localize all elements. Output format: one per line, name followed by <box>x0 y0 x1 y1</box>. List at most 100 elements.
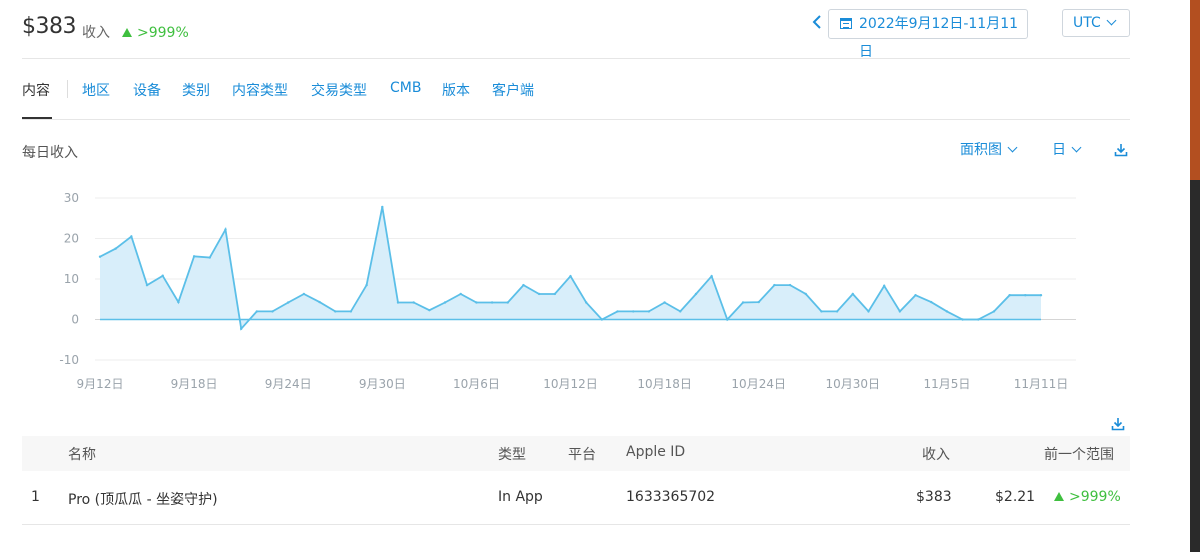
previous-range-button[interactable] <box>812 14 822 34</box>
data-point <box>945 310 949 313</box>
row-type: In App <box>498 489 543 505</box>
data-point <box>663 301 666 304</box>
data-point <box>851 292 854 296</box>
row-prev-value: $2.21 <box>995 489 1036 505</box>
x-tick-label: 10月18日 <box>637 377 692 391</box>
data-point <box>804 292 807 296</box>
row-index: 1 <box>31 489 40 505</box>
x-tick-label: 10月30日 <box>826 377 881 391</box>
data-point <box>741 301 745 304</box>
data-point <box>788 283 792 287</box>
table-download-icon[interactable] <box>1111 417 1125 431</box>
header-divider <box>22 58 1130 59</box>
data-point <box>475 301 478 304</box>
data-point <box>679 310 682 313</box>
data-point <box>177 300 180 304</box>
calendar-icon <box>840 18 852 29</box>
x-tick-label: 11月11日 <box>1014 377 1069 391</box>
data-point <box>428 308 431 312</box>
data-point <box>98 255 102 258</box>
data-point <box>867 310 870 313</box>
revenue-change-value: >999% <box>137 25 189 41</box>
data-point <box>224 228 227 231</box>
chart-grid <box>95 197 1076 361</box>
data-point <box>773 283 776 287</box>
chart-type-select[interactable]: 面积图 <box>960 139 1018 159</box>
data-point <box>1039 294 1043 297</box>
data-point <box>396 301 400 304</box>
data-point <box>1008 294 1011 297</box>
column-header-revenue[interactable]: 收入 <box>922 444 950 464</box>
granularity-select[interactable]: 日 <box>1052 139 1082 159</box>
column-header-prev-range[interactable]: 前一个范围 <box>1044 444 1114 464</box>
y-axis: 30 20 10 0 -10 <box>59 191 79 367</box>
tab-client[interactable]: 客户端 <box>492 80 534 100</box>
date-range-picker[interactable]: 2022年9月12日-11月11日 <box>828 9 1028 60</box>
data-point <box>459 292 462 296</box>
x-tick-label: 9月12日 <box>77 377 124 391</box>
total-revenue: $383 <box>22 14 77 39</box>
up-triangle-icon <box>1054 492 1064 501</box>
up-triangle-icon <box>122 28 132 37</box>
data-point <box>318 300 321 304</box>
data-point <box>381 205 384 209</box>
data-point <box>208 256 211 259</box>
data-point <box>553 292 557 296</box>
column-header-name[interactable]: 名称 <box>68 444 96 464</box>
tab-version[interactable]: 版本 <box>442 80 470 100</box>
column-header-apple-id[interactable]: Apple ID <box>626 444 685 460</box>
data-point <box>882 284 886 288</box>
revenue-change: >999% <box>122 25 189 41</box>
y-tick-label: -10 <box>59 353 79 367</box>
download-icon[interactable] <box>1114 143 1128 157</box>
data-point <box>835 310 839 313</box>
x-tick-label: 10月24日 <box>731 377 786 391</box>
chevron-left-icon <box>812 15 821 29</box>
tab-content[interactable]: 内容 <box>22 80 50 100</box>
data-point <box>1024 294 1027 297</box>
y-tick-label: 20 <box>64 232 79 246</box>
data-point <box>130 235 133 238</box>
y-tick-label: 0 <box>71 313 79 327</box>
daily-revenue-chart: 30 20 10 0 -10 9月12日 9月18日 9月24日 9月30日 10月6日 10月1… <box>59 191 1076 391</box>
row-change: >999% <box>1054 489 1121 505</box>
data-point <box>584 301 588 304</box>
tab-region[interactable]: 地区 <box>82 80 110 100</box>
data-point <box>930 300 933 304</box>
chart-type-label: 面积图 <box>960 142 1002 158</box>
tab-device[interactable]: 设备 <box>133 80 161 100</box>
x-tick-label: 10月12日 <box>543 377 598 391</box>
data-point <box>271 310 274 313</box>
data-point <box>114 247 117 250</box>
data-point <box>506 301 509 304</box>
tab-transaction-type[interactable]: 交易类型 <box>311 80 367 100</box>
row-change-value: >999% <box>1069 489 1121 505</box>
timezone-select[interactable]: UTC <box>1062 9 1130 37</box>
column-header-type[interactable]: 类型 <box>498 444 526 464</box>
data-point <box>443 301 447 304</box>
data-point <box>192 255 196 258</box>
tab-cmb[interactable]: CMB <box>390 80 421 96</box>
row-name[interactable]: Pro (顶瓜瓜 - 坐姿守护) <box>68 489 218 509</box>
chevron-down-icon <box>1106 15 1117 26</box>
total-revenue-label: 收入 <box>82 25 110 41</box>
row-revenue: $383 <box>916 489 952 505</box>
table-bottom-divider <box>22 524 1130 525</box>
x-tick-label: 10月6日 <box>453 377 500 391</box>
chart-section-title: 每日收入 <box>22 145 78 161</box>
data-point <box>412 301 415 304</box>
tab-content-type[interactable]: 内容类型 <box>232 80 288 100</box>
tab-category[interactable]: 类别 <box>182 80 210 100</box>
data-point <box>490 301 494 304</box>
column-header-platform[interactable]: 平台 <box>568 444 596 464</box>
chevron-down-icon <box>1071 142 1082 153</box>
data-point <box>365 283 368 287</box>
row-apple-id: 1633365702 <box>626 489 716 505</box>
window-edge <box>1190 0 1200 552</box>
data-point <box>616 310 619 313</box>
data-point <box>239 327 243 331</box>
data-point <box>537 292 541 296</box>
x-tick-label: 11月5日 <box>923 377 970 391</box>
data-point <box>914 294 917 297</box>
data-point <box>757 300 760 304</box>
